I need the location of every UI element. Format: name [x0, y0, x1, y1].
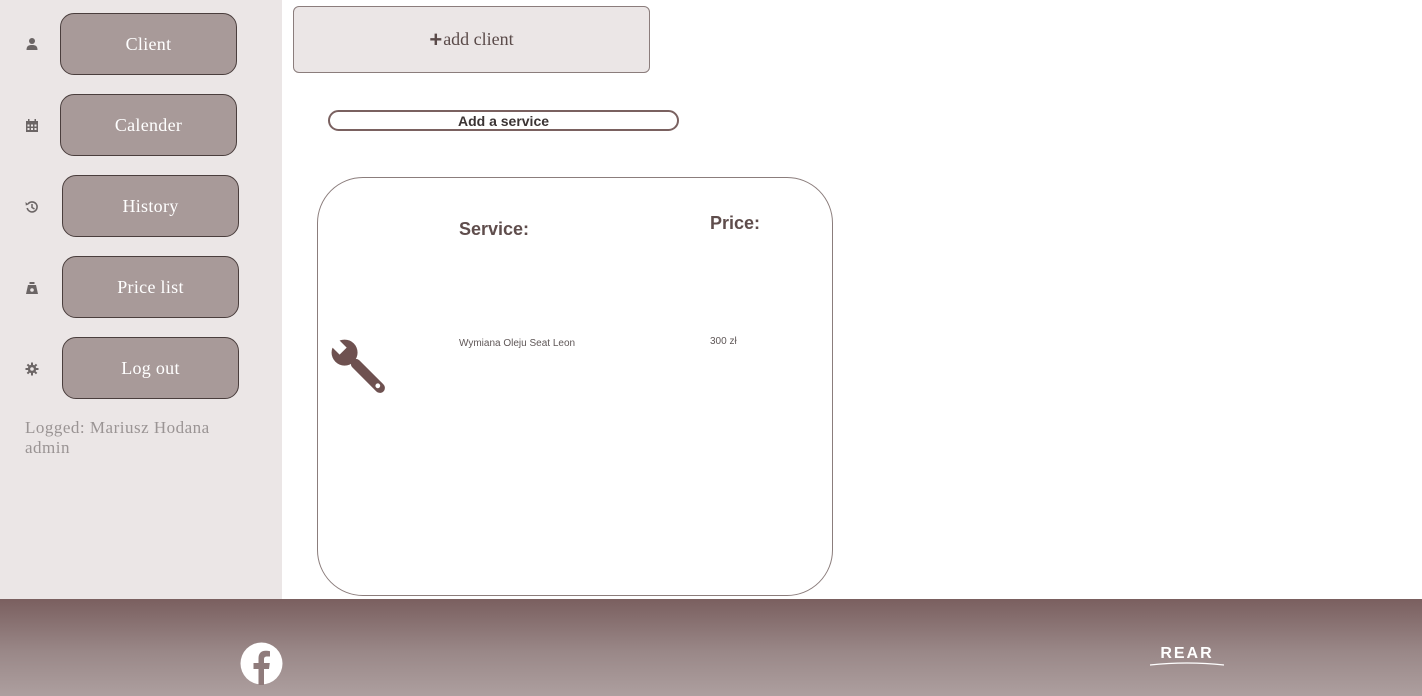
user-icon [24, 36, 40, 52]
facebook-icon[interactable] [240, 642, 283, 690]
money-bag-icon [24, 280, 40, 296]
sidebar-item-history: History [0, 175, 282, 239]
client-button[interactable]: Client [60, 13, 237, 75]
add-client-label: add client [443, 29, 514, 49]
service-column-header: Service: [459, 219, 530, 239]
sidebar-item-calendar: Calender [0, 94, 282, 158]
calendar-button[interactable]: Calender [60, 94, 237, 156]
price-list-button[interactable]: Price list [62, 256, 239, 318]
footer: REAR [0, 599, 1422, 696]
logo-text: REAR [1160, 645, 1213, 662]
price-column-header: Price: [710, 213, 761, 233]
add-service-button[interactable]: Add a service [328, 110, 679, 131]
calendar-icon [24, 118, 40, 134]
gear-icon [24, 361, 40, 377]
service-name-cell: Wymiana Oleju Seat Leon [459, 338, 576, 349]
logged-user-name: Logged: Mariusz Hodana [25, 418, 210, 437]
add-client-button[interactable]: + add client [293, 6, 650, 73]
wrench-icon [327, 334, 389, 403]
services-card: Service: Price: Wymiana Oleju Seat Leon … [317, 177, 833, 596]
plus-icon: + [429, 26, 443, 52]
sidebar-item-client: Client [0, 12, 282, 76]
logged-user-role: admin [25, 438, 70, 457]
history-button[interactable]: History [62, 175, 239, 237]
history-icon [24, 199, 40, 215]
log-out-button[interactable]: Log out [62, 337, 239, 399]
sidebar-item-log-out: Log out [0, 337, 282, 401]
sidebar-item-price-list: Price list [0, 256, 282, 320]
rear-logo: REAR [1149, 641, 1225, 674]
logged-user-info: Logged: Mariusz Hodana admin [25, 418, 210, 458]
service-price-cell: 300 zł [710, 336, 737, 347]
sidebar: Client Calender History Price list Log o… [0, 0, 282, 599]
